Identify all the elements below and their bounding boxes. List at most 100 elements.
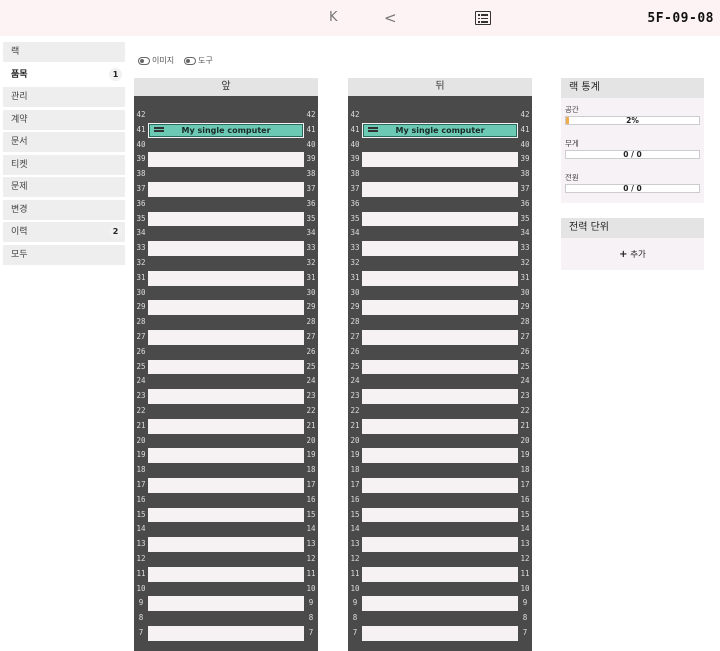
images-toggle[interactable]: 이미지 — [138, 55, 174, 66]
rack-unit-slot[interactable] — [148, 256, 304, 271]
rack-unit-slot[interactable] — [362, 611, 518, 626]
rack-unit-slot[interactable] — [148, 596, 304, 612]
rack-unit-slot[interactable] — [362, 418, 518, 434]
rack-unit-slot[interactable] — [148, 389, 304, 404]
rack-unit-slot[interactable] — [148, 211, 304, 227]
rack-unit-slot[interactable] — [148, 537, 304, 552]
rack-unit-slot[interactable] — [148, 167, 304, 182]
rack-unit-slot[interactable] — [148, 448, 304, 464]
rack-unit-slot[interactable] — [148, 522, 304, 537]
rack-unit-slot[interactable] — [148, 315, 304, 330]
rack-unit-slot[interactable] — [362, 359, 518, 375]
rack-unit-slot[interactable] — [362, 582, 518, 597]
tools-toggle[interactable]: 도구 — [184, 55, 213, 66]
rack-unit-slot[interactable] — [362, 345, 518, 360]
rack-unit-slot[interactable] — [362, 463, 518, 478]
rack-unit-slot[interactable] — [148, 404, 304, 419]
rack-unit-slot[interactable] — [148, 507, 304, 523]
rack-unit-slot[interactable] — [148, 182, 304, 197]
rack-unit-slot[interactable] — [362, 493, 518, 508]
rack-unit-slot[interactable] — [362, 507, 518, 523]
sidebar-item[interactable]: 품목 1 — [3, 64, 125, 85]
rack-unit-slot[interactable] — [148, 582, 304, 597]
space-bar: 2% — [565, 116, 700, 125]
rack-unit-slot[interactable] — [148, 359, 304, 375]
rack-unit-slot[interactable] — [148, 226, 304, 241]
rack-device[interactable]: My single computer — [149, 123, 303, 137]
rack-unit-slot[interactable] — [362, 434, 518, 449]
plus-icon: + — [619, 249, 628, 260]
rack-unit-number: 38 — [306, 169, 316, 179]
rack-unit-slot[interactable] — [362, 182, 518, 197]
rack-unit-slot[interactable] — [362, 478, 518, 493]
rack-unit-slot[interactable] — [148, 434, 304, 449]
sidebar-item[interactable]: 티켓 — [3, 154, 125, 175]
first-page-icon[interactable]: K — [329, 10, 338, 26]
rack-unit-slot[interactable] — [148, 552, 304, 567]
rack-unit-number: 31 — [136, 272, 146, 282]
rack-unit-slot[interactable] — [148, 197, 304, 212]
server-icon — [368, 126, 378, 134]
sidebar-item[interactable]: 변경 — [3, 199, 125, 220]
rack-unit-slot[interactable] — [362, 596, 518, 612]
rack-unit-slot[interactable] — [362, 241, 518, 256]
rack-unit-slot[interactable] — [362, 522, 518, 537]
rack-unit-slot[interactable] — [362, 226, 518, 241]
rack-unit-slot[interactable] — [148, 418, 304, 434]
sidebar-item[interactable]: 문제 — [3, 177, 125, 197]
rack-unit-slot[interactable] — [148, 300, 304, 316]
sidebar-item[interactable]: 계약 — [3, 109, 125, 130]
rack-unit-slot[interactable] — [148, 345, 304, 360]
rack-unit-slot[interactable] — [362, 256, 518, 271]
rack-unit-slot[interactable] — [362, 167, 518, 182]
rack-unit-number: 25 — [136, 361, 146, 371]
sidebar-item[interactable]: 랙 — [3, 42, 125, 62]
rack-unit-slot[interactable] — [148, 152, 304, 168]
rack-device[interactable]: My single computer — [363, 123, 517, 137]
rack-unit-slot[interactable] — [362, 138, 518, 153]
rack-unit-slot[interactable] — [148, 463, 304, 478]
rack-unit-number: 19 — [306, 450, 316, 460]
rack-unit-slot[interactable] — [362, 552, 518, 567]
rack-unit-slot[interactable] — [148, 286, 304, 301]
rack-unit-number: 14 — [350, 524, 360, 534]
rack-unit-slot[interactable] — [362, 286, 518, 301]
rack-unit-number: 36 — [306, 198, 316, 208]
list-view-icon[interactable] — [475, 11, 491, 25]
rack-unit-number: 36 — [350, 198, 360, 208]
rack-unit-slot[interactable] — [148, 478, 304, 493]
rack-unit-slot[interactable] — [362, 374, 518, 389]
rack-unit-slot[interactable] — [362, 389, 518, 404]
rack-unit-slot[interactable] — [362, 537, 518, 552]
rack-unit-slot[interactable] — [148, 566, 304, 582]
rack-unit-slot[interactable] — [362, 211, 518, 227]
rack-unit-slot[interactable] — [362, 330, 518, 345]
rack-unit-slot[interactable] — [362, 152, 518, 168]
rack-unit-slot[interactable] — [148, 374, 304, 389]
rack-unit-slot[interactable] — [362, 108, 518, 123]
rack-unit-slot[interactable] — [362, 404, 518, 419]
rack-unit-slot[interactable] — [148, 241, 304, 256]
rack-unit-number: 34 — [306, 228, 316, 238]
rack-unit-slot[interactable] — [148, 138, 304, 153]
rack-unit-slot[interactable] — [148, 493, 304, 508]
rack-unit-slot[interactable] — [362, 270, 518, 286]
rack-unit-slot[interactable] — [148, 626, 304, 641]
rack-unit-slot[interactable] — [362, 315, 518, 330]
rack-unit-slot[interactable] — [362, 566, 518, 582]
sidebar-item[interactable]: 이력 2 — [3, 222, 125, 242]
rack-unit-slot[interactable] — [148, 270, 304, 286]
rack-unit-slot[interactable] — [362, 448, 518, 464]
rack-unit-number: 8 — [138, 613, 144, 623]
rack-unit-slot[interactable] — [362, 300, 518, 316]
add-power-unit-button[interactable]: + 추가 — [561, 238, 704, 260]
rack-unit-slot[interactable] — [362, 197, 518, 212]
sidebar-item[interactable]: 문서 — [3, 132, 125, 152]
sidebar-item[interactable]: 모두 — [3, 244, 125, 265]
previous-icon[interactable]: < — [384, 10, 397, 26]
rack-unit-slot[interactable] — [148, 611, 304, 626]
rack-unit-slot[interactable] — [362, 626, 518, 641]
sidebar-item[interactable]: 관리 — [3, 87, 125, 107]
rack-unit-slot[interactable] — [148, 330, 304, 345]
rack-unit-slot[interactable] — [148, 108, 304, 123]
